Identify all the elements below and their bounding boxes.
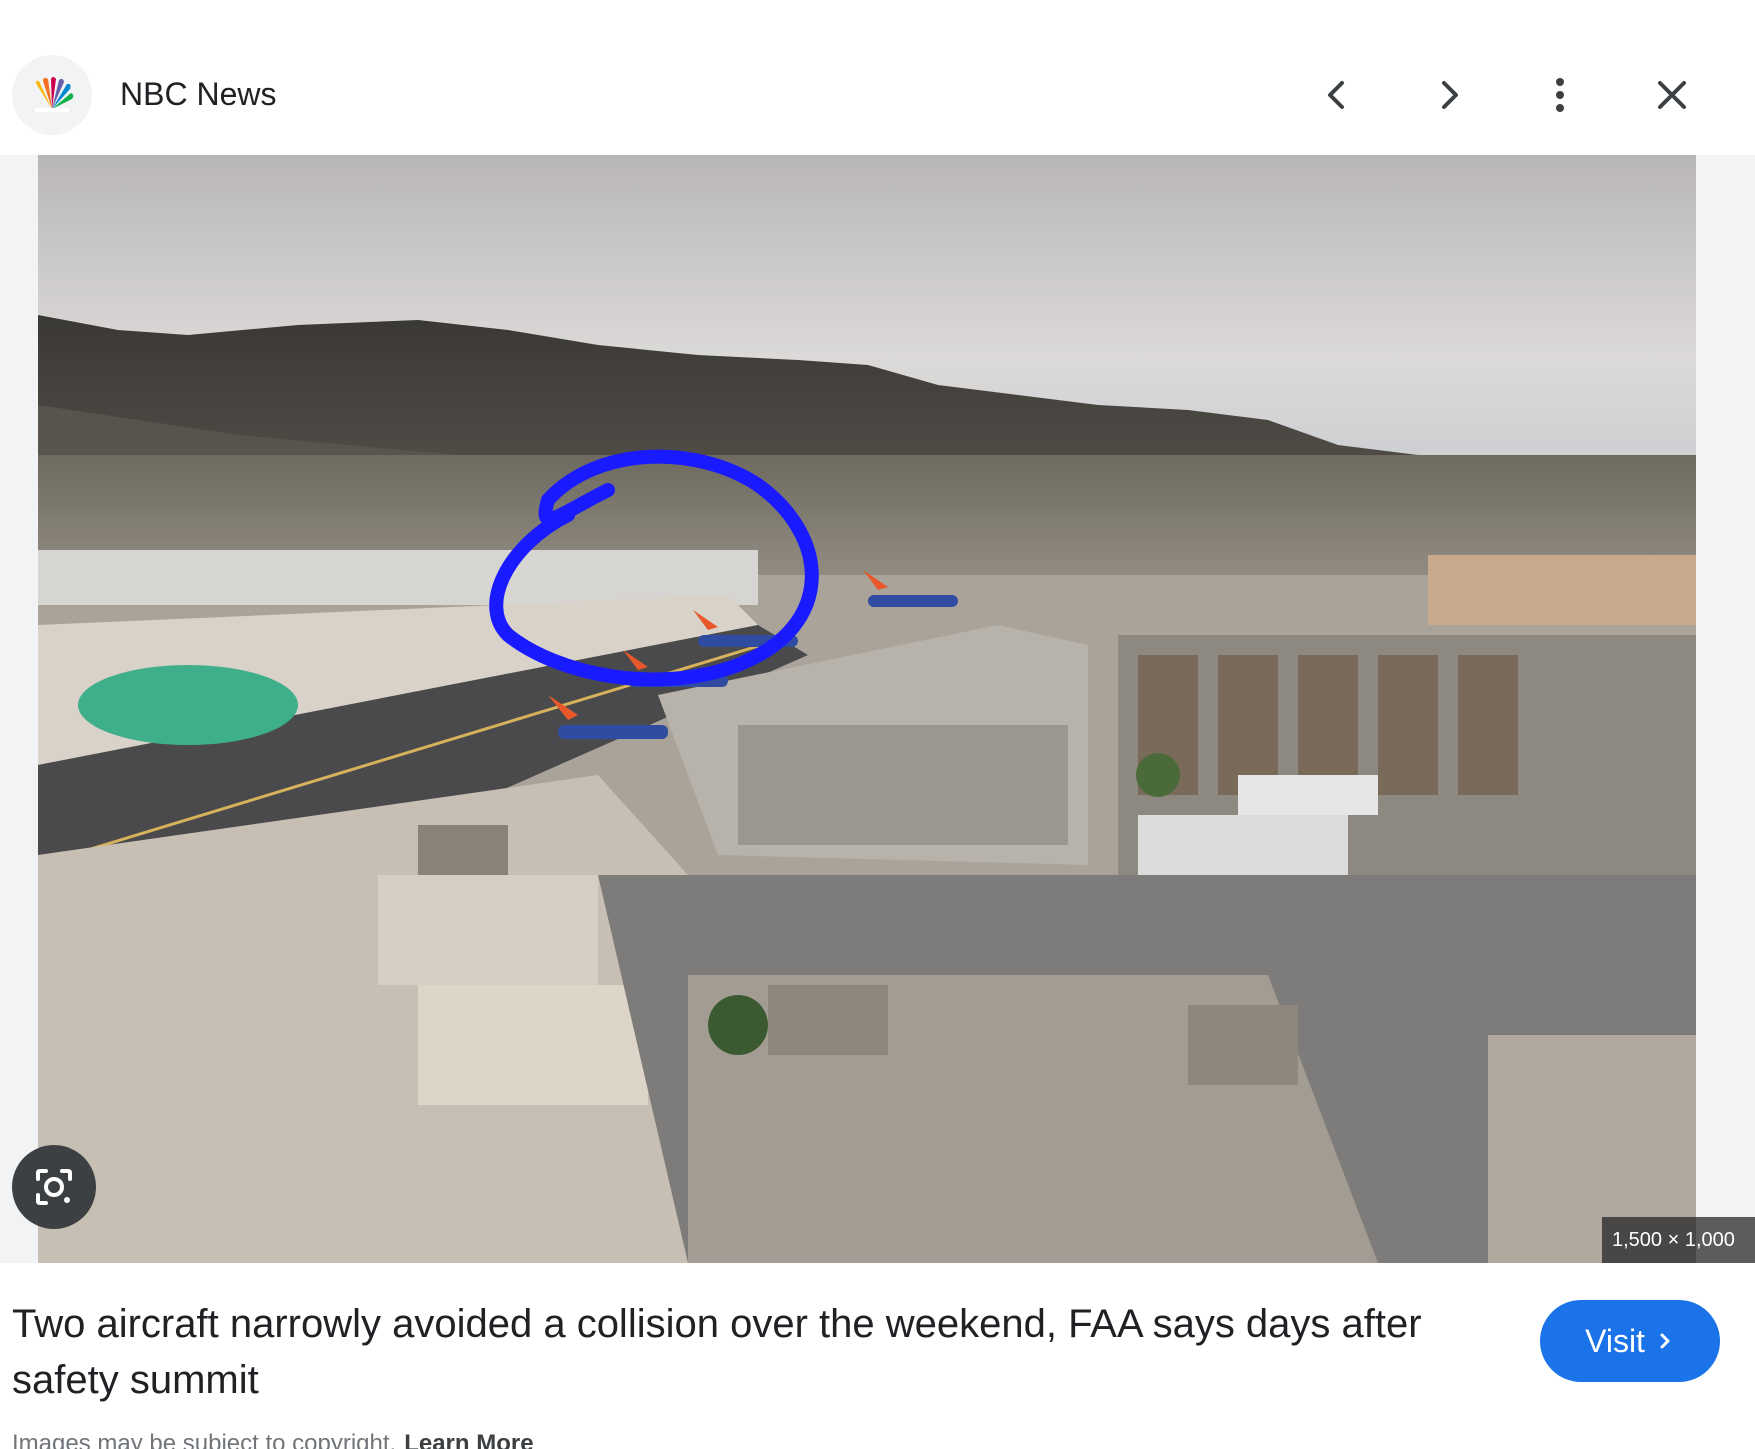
copyright-notice: Images may be subject to copyright. Learn… xyxy=(12,1430,534,1449)
source-name[interactable]: NBC News xyxy=(120,76,276,113)
image-container xyxy=(0,155,1755,1263)
google-lens-button[interactable] xyxy=(12,1145,96,1229)
google-lens-icon xyxy=(36,1169,72,1205)
image-preview-panel: NBC News 1,500 × 1,000 Two aircraft narr… xyxy=(0,0,1755,1449)
airport-aerial-photo[interactable] xyxy=(38,155,1696,1263)
next-button[interactable] xyxy=(1414,60,1484,130)
visit-label: Visit xyxy=(1585,1322,1645,1359)
visit-button[interactable]: Visit xyxy=(1540,1300,1720,1382)
preview-header: NBC News xyxy=(0,40,1755,150)
chevron-left-icon xyxy=(1328,81,1344,109)
more-vert-icon xyxy=(1556,78,1564,112)
chevron-right-icon xyxy=(1442,81,1458,109)
copyright-text: Images may be subject to copyright. xyxy=(12,1430,397,1449)
image-dimensions-badge: 1,500 × 1,000 xyxy=(1602,1217,1755,1263)
chevron-right-icon xyxy=(1660,1333,1670,1349)
nbc-peacock-icon[interactable] xyxy=(12,55,92,135)
close-button[interactable] xyxy=(1637,60,1707,130)
previous-button[interactable] xyxy=(1302,60,1372,130)
image-title[interactable]: Two aircraft narrowly avoided a collisio… xyxy=(12,1296,1512,1408)
more-options-button[interactable] xyxy=(1525,60,1595,130)
close-icon xyxy=(1658,81,1686,109)
learn-more-link[interactable]: Learn More xyxy=(404,1430,533,1449)
